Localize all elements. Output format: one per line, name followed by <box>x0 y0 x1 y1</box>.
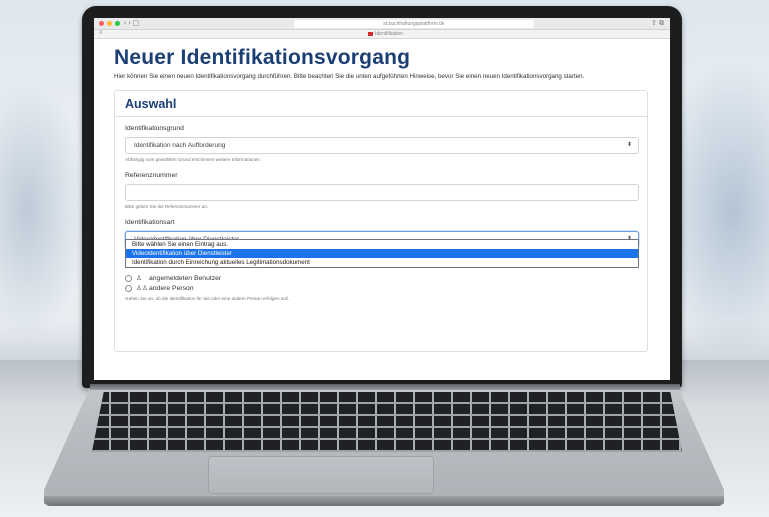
reason-label: Identifikationsgrund <box>125 125 184 132</box>
laptop-hinge <box>90 384 680 390</box>
reason-select[interactable]: Identifikation nach Aufforderung ⬍ <box>125 137 639 154</box>
background-blur-left <box>0 80 90 340</box>
close-window-button[interactable] <box>99 21 104 26</box>
sidebar-icon[interactable]: ≡ <box>99 30 103 36</box>
user-icon: ♙ <box>136 275 142 282</box>
page-content: Neuer Identifikationsvorgang Hier können… <box>94 39 670 352</box>
tab-identifikation[interactable]: Identifikation <box>368 31 403 37</box>
page-title: Neuer Identifikationsvorgang <box>114 46 411 69</box>
dropdown-option[interactable]: Identifikation durch Einreichung aktuell… <box>126 258 638 267</box>
person-radio-group: ♙ angemeldeten Benutzer ♙♙ andere Person… <box>125 273 289 301</box>
radio-label: andere Person <box>149 284 194 292</box>
window-controls <box>99 21 120 26</box>
type-dropdown-list: Bitte wählen Sie einen Eintrag aus. Vide… <box>125 239 639 268</box>
users-icon: ♙♙ <box>136 285 148 292</box>
reference-label: Referenznummer <box>125 172 178 179</box>
radio-button[interactable] <box>125 274 132 282</box>
share-icon[interactable]: ⇧ ⧉ <box>651 19 664 28</box>
dropdown-option-selected[interactable]: Videoidentifikation über Dienstleister <box>126 249 638 258</box>
trackpad <box>208 456 434 494</box>
card-title: Auswahl <box>115 91 647 117</box>
maximize-window-button[interactable] <box>115 21 120 26</box>
radio-current-user[interactable]: ♙ angemeldeten Benutzer <box>125 273 289 283</box>
radio-label: angemeldeten Benutzer <box>149 274 222 282</box>
radio-other-person[interactable]: ♙♙ andere Person <box>125 283 289 293</box>
reference-input[interactable] <box>125 184 639 201</box>
keyboard-rows <box>92 392 682 452</box>
person-help: Geben Sie an, ob die Identifikation für … <box>125 296 289 301</box>
dropdown-option[interactable]: Bitte wählen Sie einen Eintrag aus. <box>126 240 638 249</box>
laptop-front-edge <box>44 496 724 506</box>
laptop-screen: ‹ › ▢ st.buchhaltungsplattform.de ⇧ ⧉ ≡ … <box>94 18 670 380</box>
card-body: Identifikationsgrund Identifikation nach… <box>115 117 647 256</box>
radio-button[interactable] <box>125 284 132 292</box>
browser-toolbar: ‹ › ▢ st.buchhaltungsplattform.de ⇧ ⧉ <box>94 18 670 30</box>
back-forward-icon[interactable]: ‹ › ▢ <box>124 19 139 27</box>
select-caret-icon: ⬍ <box>626 142 632 148</box>
tab-bar: ≡ Identifikation <box>94 30 670 39</box>
address-bar[interactable]: st.buchhaltungsplattform.de <box>294 20 534 28</box>
minimize-window-button[interactable] <box>107 21 112 26</box>
page-intro: Hier können Sie einen neuen Identifikati… <box>114 73 585 80</box>
type-label: Identifikationsart <box>125 219 175 226</box>
reason-select-value: Identifikation nach Aufforderung <box>134 142 226 149</box>
selection-card: Auswahl Identifikationsgrund Identifikat… <box>114 90 648 352</box>
